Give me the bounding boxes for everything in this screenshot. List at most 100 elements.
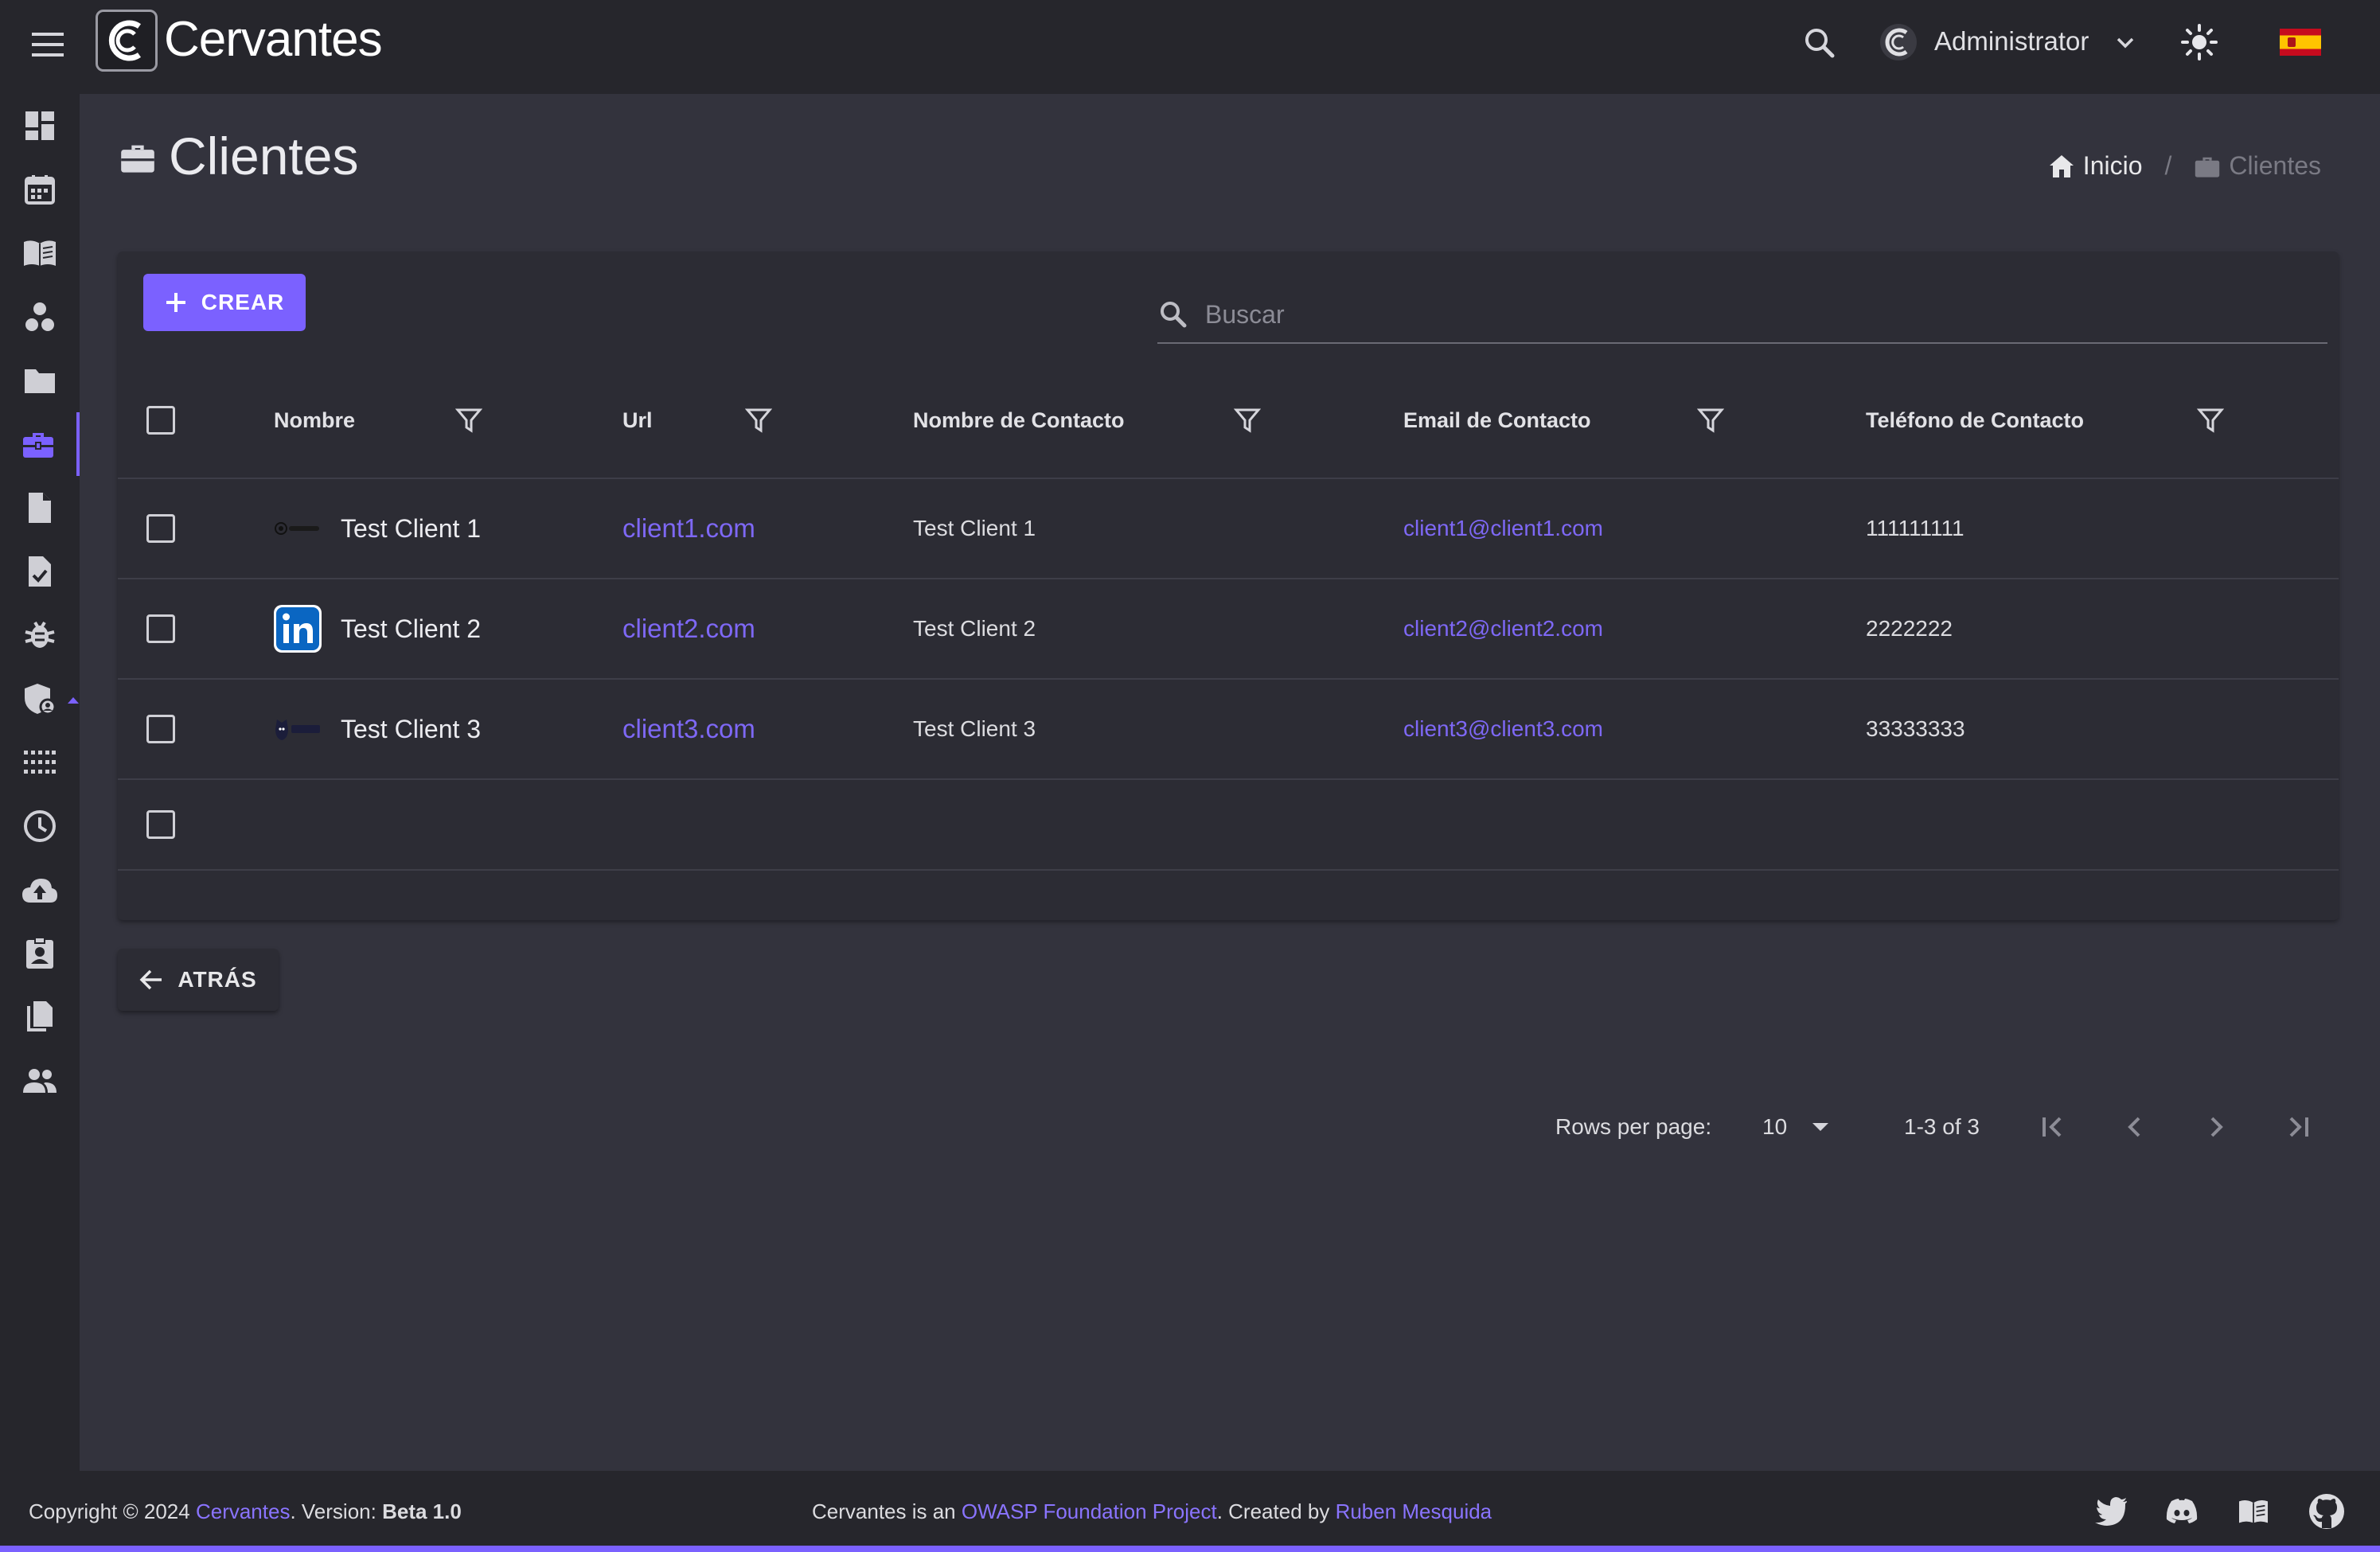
search-input[interactable]: [1205, 299, 2240, 330]
row-checkbox[interactable]: [146, 810, 175, 839]
last-page-icon[interactable]: [2284, 1113, 2313, 1141]
client-name: Test Client 2: [341, 614, 482, 643]
top-app-bar: Cervantes Administrator: [0, 0, 2380, 94]
row-checkbox[interactable]: [146, 715, 175, 743]
workspaces-icon[interactable]: [0, 285, 80, 349]
author-link[interactable]: Ruben Mesquida: [1336, 1499, 1492, 1523]
client-contact-cell: Test Client 3: [913, 680, 1036, 778]
book-icon[interactable]: [0, 221, 80, 285]
user-name[interactable]: Administrator: [1934, 26, 2089, 57]
row-checkbox[interactable]: [146, 514, 175, 543]
page-title: Clientes: [169, 127, 359, 185]
client-email-link[interactable]: client3@client3.com: [1403, 716, 1603, 742]
folder-icon[interactable]: [0, 349, 80, 412]
clock-icon[interactable]: [0, 794, 80, 858]
copy-icon[interactable]: [0, 985, 80, 1049]
breadcrumb-current: Clientes: [2194, 151, 2321, 181]
row-checkbox[interactable]: [146, 614, 175, 643]
table-row[interactable]: Test Client 3 client3.com Test Client 3 …: [118, 680, 2339, 780]
bottom-accent-line: [0, 1546, 2380, 1552]
task-icon[interactable]: [0, 540, 80, 603]
row-select-cell: [146, 680, 175, 778]
next-page-icon[interactable]: [2202, 1113, 2230, 1141]
breadcrumb-home[interactable]: Inicio: [2048, 151, 2143, 181]
created-prefix: . Created by: [1216, 1499, 1336, 1523]
user-avatar-icon[interactable]: [1879, 22, 1918, 62]
client-phone: 111111111: [1866, 516, 1964, 540]
owasp-prefix: Cervantes is an: [812, 1499, 962, 1523]
back-button[interactable]: ATRÁS: [118, 949, 279, 1011]
pagination: Rows per page: 10 1-3 of 3: [118, 1087, 2339, 1167]
rows-per-page-select[interactable]: 10: [1762, 1114, 1830, 1140]
column-header-nombre[interactable]: Nombre: [274, 363, 355, 478]
caret-down-icon: [1812, 1123, 1829, 1131]
search-icon: [1161, 302, 1187, 328]
table-row[interactable]: Test Client 1 client1.com Test Client 1 …: [118, 479, 2339, 579]
cervantes-logo[interactable]: [96, 10, 158, 72]
filter-icon[interactable]: [745, 363, 772, 478]
client-url-link[interactable]: client2.com: [622, 614, 755, 644]
caret-up-icon[interactable]: [67, 696, 80, 705]
client-email-cell: client3@client3.com: [1403, 680, 1603, 778]
client-name: Test Client 3: [341, 714, 482, 743]
owasp-link[interactable]: OWASP Foundation Project: [962, 1499, 1217, 1523]
client-name-cell: Test Client 2: [274, 579, 481, 678]
previous-page-icon[interactable]: [2121, 1113, 2149, 1141]
contact-badge-icon[interactable]: [0, 922, 80, 985]
row-select-cell: [146, 479, 175, 578]
client-contact-name: Test Client 2: [913, 616, 1036, 641]
apps-icon[interactable]: [0, 731, 80, 794]
briefcase-icon: [2195, 157, 2220, 177]
calendar-icon[interactable]: [0, 158, 80, 221]
spain-flag-icon[interactable]: [2280, 29, 2321, 56]
linkedin-logo: [274, 605, 322, 653]
filter-icon[interactable]: [1234, 363, 1261, 478]
client-email-link[interactable]: client1@client1.com: [1403, 516, 1603, 541]
client-name-cell: Test Client 1: [274, 479, 481, 578]
chevron-down-icon[interactable]: [2111, 29, 2140, 57]
filter-icon[interactable]: [455, 363, 482, 478]
menu-icon[interactable]: [29, 25, 67, 64]
github-icon[interactable]: [2308, 1493, 2345, 1530]
select-all-checkbox[interactable]: [146, 406, 175, 435]
footer: Copyright © 2024 Cervantes. Version: Bet…: [0, 1471, 2380, 1552]
create-button[interactable]: CREAR: [143, 274, 306, 331]
users-icon[interactable]: [0, 1049, 80, 1113]
back-button-label: ATRÁS: [178, 967, 257, 992]
footer-social-icons: [2095, 1493, 2345, 1530]
table-row[interactable]: Test Client 2 client2.com Test Client 2 …: [118, 579, 2339, 680]
briefcase-icon[interactable]: [0, 412, 80, 476]
breadcrumb-home-label: Inicio: [2082, 151, 2143, 180]
dashboard-icon[interactable]: [0, 94, 80, 158]
client-url-link[interactable]: client3.com: [622, 714, 755, 744]
bug-icon[interactable]: [0, 603, 80, 667]
brand-name[interactable]: Cervantes: [164, 11, 383, 68]
discord-icon[interactable]: [2165, 1498, 2199, 1525]
client-phone-cell: 33333333: [1866, 680, 1965, 778]
filter-icon[interactable]: [2197, 363, 2224, 478]
book-icon[interactable]: [2235, 1497, 2272, 1526]
rows-per-page-label: Rows per page:: [1555, 1114, 1712, 1139]
column-header-url[interactable]: Url: [622, 363, 653, 478]
cloud-upload-icon[interactable]: [0, 858, 80, 922]
client-contact-name: Test Client 1: [913, 516, 1036, 540]
client-phone-cell: 111111111: [1866, 479, 1964, 578]
cervantes-link[interactable]: Cervantes: [196, 1499, 291, 1523]
client-email-cell: client2@client2.com: [1403, 579, 1603, 678]
client-email-link[interactable]: client2@client2.com: [1403, 616, 1603, 641]
sun-icon[interactable]: [2179, 22, 2219, 62]
column-header-contact-name[interactable]: Nombre de Contacto: [913, 363, 1125, 478]
arrow-left-icon: [139, 969, 162, 990]
document-icon[interactable]: [0, 476, 80, 540]
client-email-cell: client1@client1.com: [1403, 479, 1603, 578]
client-contact-name: Test Client 3: [913, 716, 1036, 741]
column-header-contact-email[interactable]: Email de Contacto: [1403, 363, 1591, 478]
filter-icon[interactable]: [1697, 363, 1724, 478]
twitter-icon[interactable]: [2095, 1497, 2128, 1526]
search-icon[interactable]: [1801, 24, 1839, 62]
search-field[interactable]: [1157, 287, 2327, 344]
client-url-link[interactable]: client1.com: [622, 513, 755, 544]
column-header-contact-phone[interactable]: Teléfono de Contacto: [1866, 363, 2084, 478]
first-page-icon[interactable]: [2038, 1113, 2066, 1141]
client-url-cell: client1.com: [622, 479, 755, 578]
